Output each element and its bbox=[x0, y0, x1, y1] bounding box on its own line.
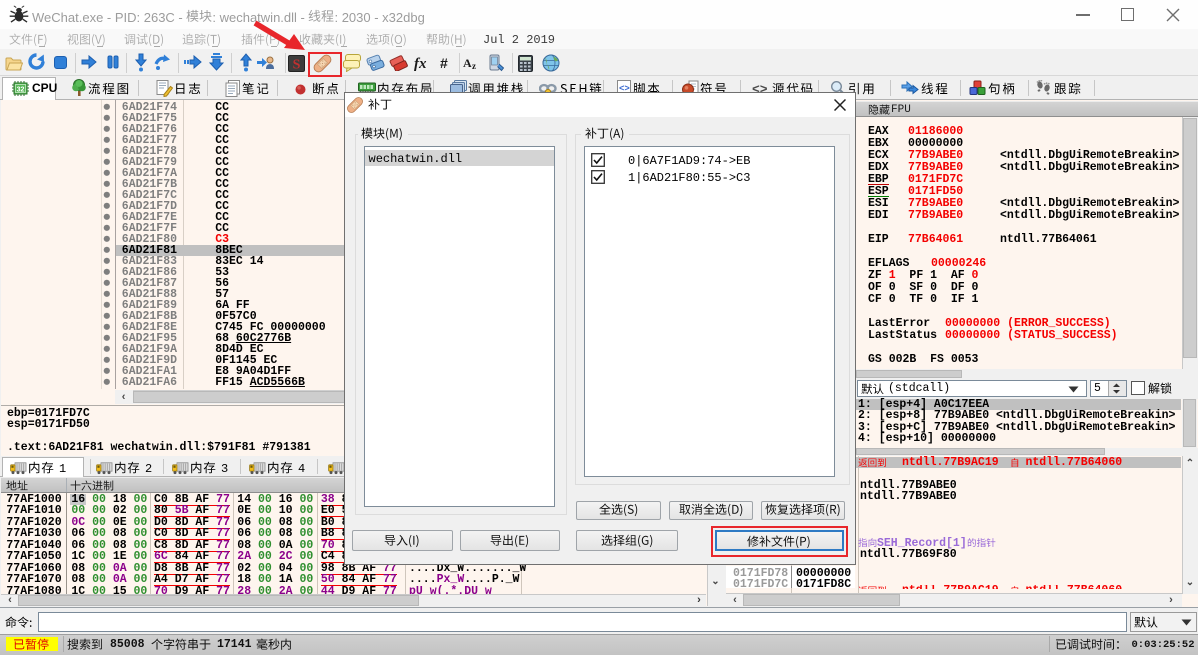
svg-text:fx: fx bbox=[414, 56, 427, 71]
svg-text:A: A bbox=[463, 56, 472, 70]
svg-text:32: 32 bbox=[17, 87, 25, 94]
svg-text:S: S bbox=[293, 58, 301, 73]
svg-text:z: z bbox=[472, 61, 476, 70]
svg-text:#: # bbox=[440, 55, 448, 71]
